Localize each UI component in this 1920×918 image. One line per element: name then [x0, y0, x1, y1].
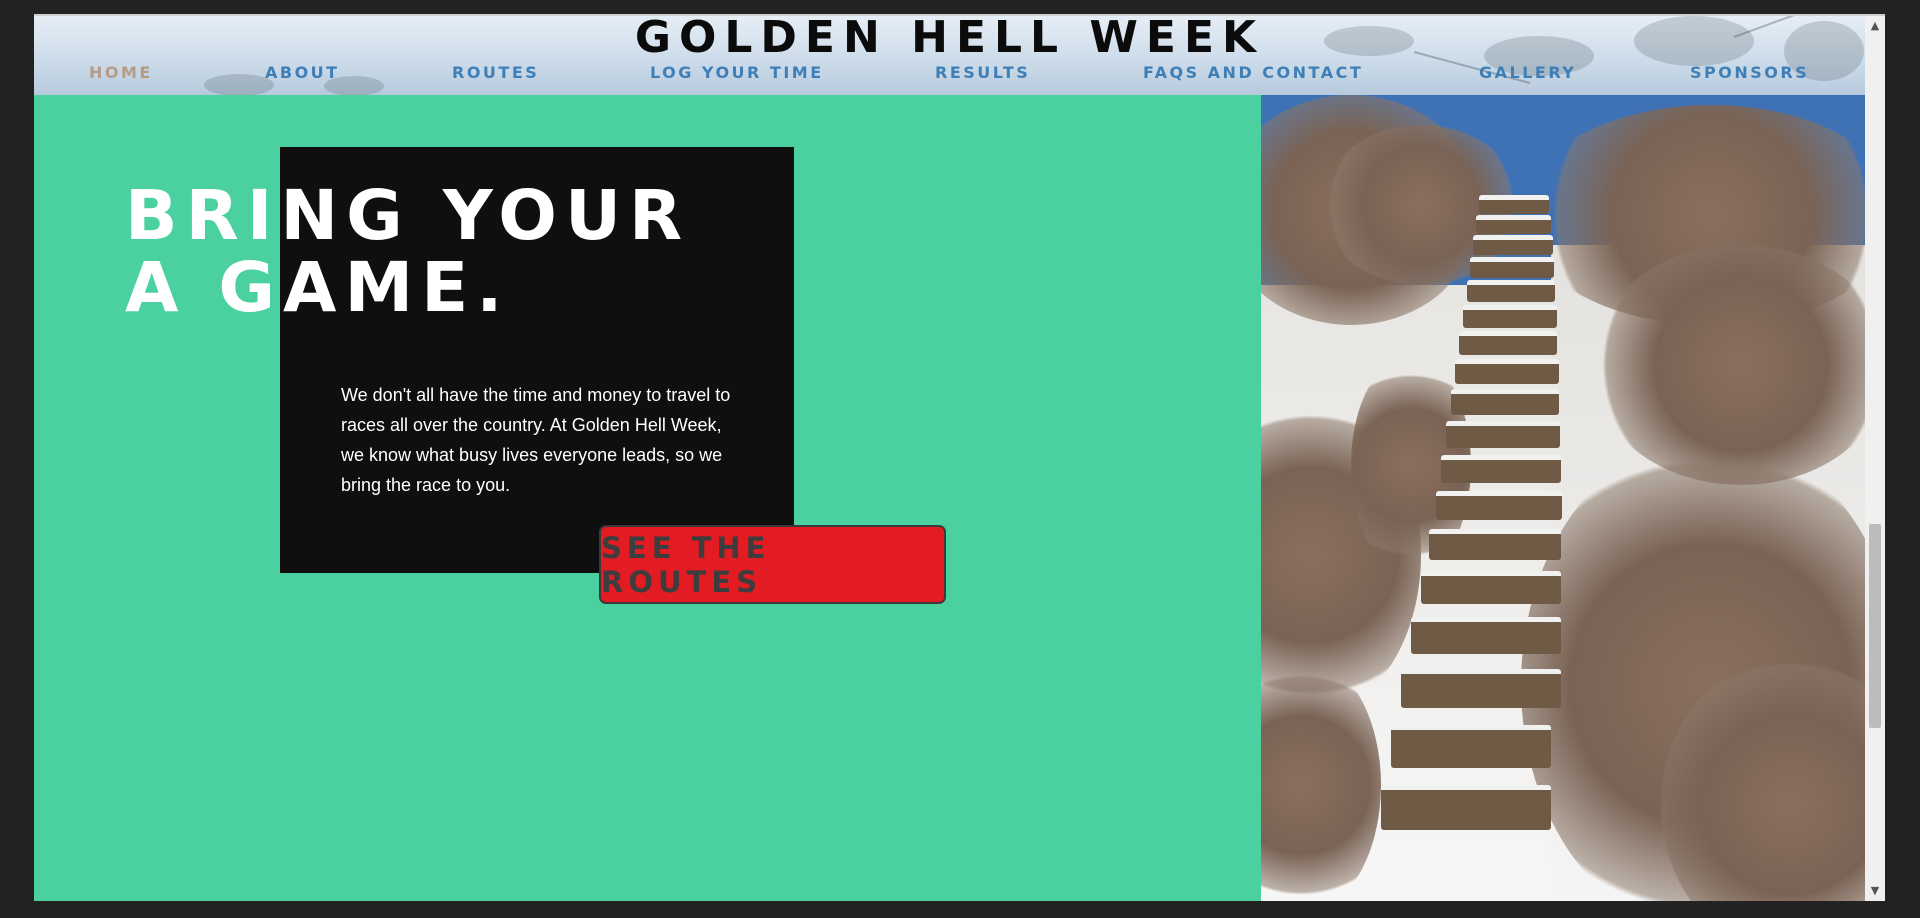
stair-step: [1476, 215, 1551, 234]
stair-step: [1401, 669, 1561, 708]
nav-results[interactable]: RESULTS: [935, 63, 1030, 82]
snowy-stairs-photo: [1261, 95, 1865, 901]
nav-routes[interactable]: ROUTES: [452, 63, 539, 82]
stair-step: [1429, 529, 1561, 560]
stair-step: [1436, 491, 1562, 520]
header-foliage: [204, 74, 274, 95]
stair-step: [1381, 785, 1551, 830]
stair-step: [1467, 280, 1555, 302]
triangle-down-icon[interactable]: ▼: [1865, 881, 1885, 901]
hero-headline-line1: BRING YOUR: [125, 176, 691, 256]
web-page: GOLDEN HELL WEEK HOME ABOUT ROUTES LOG Y…: [34, 16, 1865, 901]
triangle-up-icon[interactable]: ▲: [1865, 16, 1885, 36]
nav-faqs-and-contact[interactable]: FAQS AND CONTACT: [1143, 63, 1363, 82]
stair-step: [1463, 305, 1557, 328]
stair-step: [1479, 195, 1549, 214]
stair-step: [1459, 331, 1557, 355]
hero-headline-line2: A GAME.: [125, 248, 511, 328]
nav-home[interactable]: HOME: [89, 63, 153, 82]
vertical-scrollbar[interactable]: ▲ ▼: [1865, 16, 1885, 901]
nav-sponsors[interactable]: SPONSORS: [1690, 63, 1809, 82]
hero-headline: BRING YOUR A GAME.: [125, 180, 690, 324]
hero-body-text: We don't all have the time and money to …: [341, 385, 731, 495]
stair-step: [1391, 725, 1551, 768]
stair-step: [1470, 257, 1554, 278]
stair-step: [1421, 571, 1561, 604]
nav-about[interactable]: ABOUT: [265, 63, 340, 82]
stair-step: [1451, 389, 1559, 415]
nav-log-your-time[interactable]: LOG YOUR TIME: [650, 63, 824, 82]
site-title[interactable]: GOLDEN HELL WEEK: [34, 16, 1865, 63]
nav-gallery[interactable]: GALLERY: [1479, 63, 1576, 82]
stair-step: [1473, 235, 1553, 255]
scrollbar-thumb[interactable]: [1869, 524, 1881, 728]
stair-step: [1441, 455, 1561, 483]
stair-step: [1455, 359, 1559, 384]
stair-step: [1446, 421, 1560, 448]
stair-step: [1411, 617, 1561, 654]
site-header: GOLDEN HELL WEEK HOME ABOUT ROUTES LOG Y…: [34, 16, 1865, 95]
see-the-routes-button[interactable]: SEE THE ROUTES: [599, 525, 946, 604]
